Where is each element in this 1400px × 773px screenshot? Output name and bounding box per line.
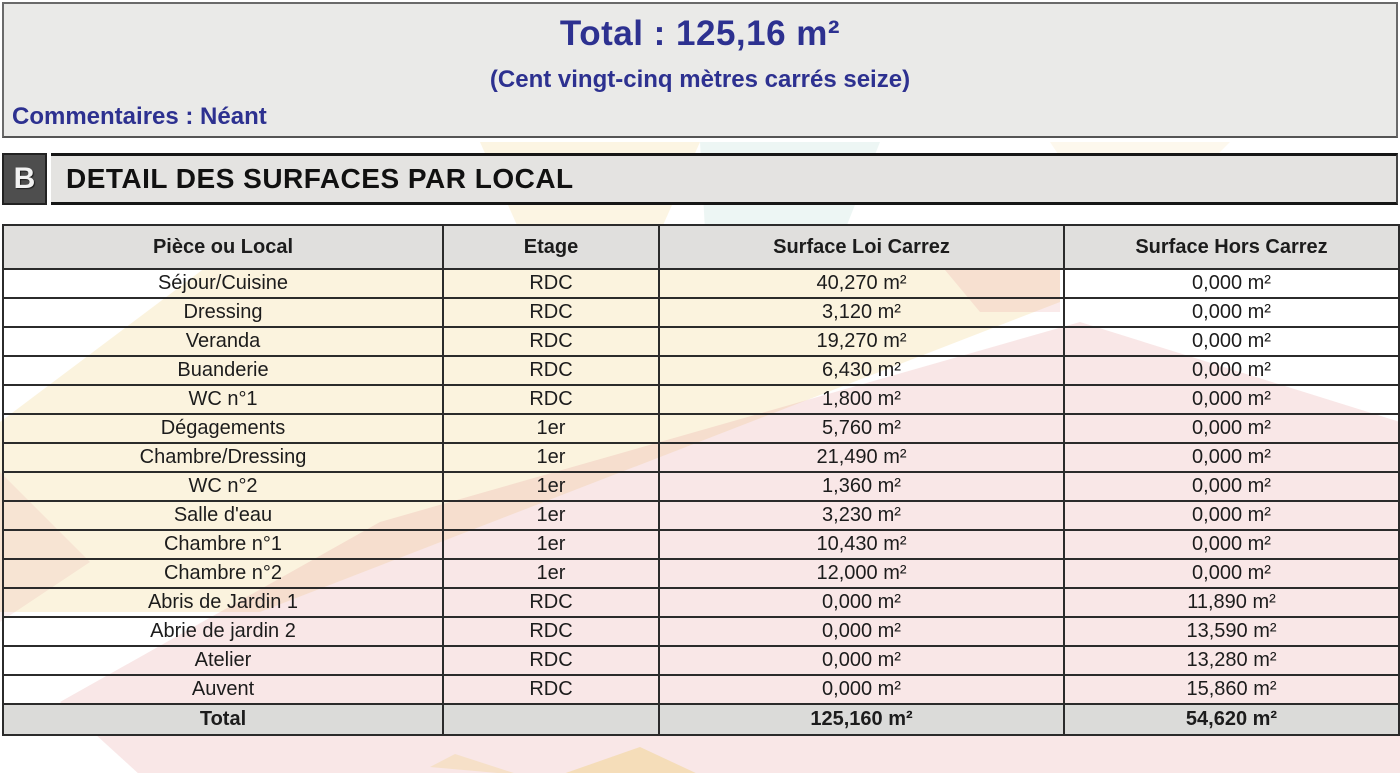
table-cell: 0,000 m² [1064, 559, 1399, 588]
table-cell: RDC [443, 588, 659, 617]
total-row-label: Total [3, 704, 443, 735]
table-cell: RDC [443, 617, 659, 646]
table-row: WC n°21er1,360 m²0,000 m² [3, 472, 1399, 501]
table-cell: Abrie de jardin 2 [3, 617, 443, 646]
table-cell: 15,860 m² [1064, 675, 1399, 704]
table-cell: 13,590 m² [1064, 617, 1399, 646]
table-cell: 12,000 m² [659, 559, 1064, 588]
table-cell: Chambre n°1 [3, 530, 443, 559]
table-cell: 0,000 m² [1064, 327, 1399, 356]
total-row-loi-carrez: 125,160 m² [659, 704, 1064, 735]
table-row: Séjour/CuisineRDC40,270 m²0,000 m² [3, 269, 1399, 298]
column-header-surface-loi-carrez: Surface Loi Carrez [659, 225, 1064, 269]
table-cell: 10,430 m² [659, 530, 1064, 559]
total-surface-title: Total : 125,16 m² [4, 14, 1396, 54]
total-row-hors-carrez: 54,620 m² [1064, 704, 1399, 735]
table-cell: 0,000 m² [659, 646, 1064, 675]
table-cell: Buanderie [3, 356, 443, 385]
table-cell: 3,230 m² [659, 501, 1064, 530]
table-cell: RDC [443, 327, 659, 356]
table-row: Chambre/Dressing1er21,490 m²0,000 m² [3, 443, 1399, 472]
table-cell: Séjour/Cuisine [3, 269, 443, 298]
table-row: Chambre n°21er12,000 m²0,000 m² [3, 559, 1399, 588]
table-cell: Chambre n°2 [3, 559, 443, 588]
table-cell: 0,000 m² [659, 675, 1064, 704]
table-cell: 1er [443, 530, 659, 559]
table-cell: 5,760 m² [659, 414, 1064, 443]
table-row: BuanderieRDC6,430 m²0,000 m² [3, 356, 1399, 385]
total-surface-in-words: (Cent vingt-cinq mètres carrés seize) [4, 66, 1396, 94]
table-cell: Auvent [3, 675, 443, 704]
section-letter-badge: B [2, 153, 47, 205]
table-cell: 0,000 m² [1064, 443, 1399, 472]
table-row: VerandaRDC19,270 m²0,000 m² [3, 327, 1399, 356]
table-cell: WC n°2 [3, 472, 443, 501]
table-cell: Dressing [3, 298, 443, 327]
total-row: Total 125,160 m² 54,620 m² [3, 704, 1399, 735]
table-cell: 19,270 m² [659, 327, 1064, 356]
table-cell: 0,000 m² [1064, 298, 1399, 327]
table-cell: RDC [443, 675, 659, 704]
table-cell: 0,000 m² [1064, 385, 1399, 414]
table-cell: 6,430 m² [659, 356, 1064, 385]
table-cell: Atelier [3, 646, 443, 675]
comments-line: Commentaires : Néant [4, 103, 1396, 131]
table-cell: 0,000 m² [1064, 414, 1399, 443]
table-cell: Abris de Jardin 1 [3, 588, 443, 617]
section-title: DETAIL DES SURFACES PAR LOCAL [51, 153, 1398, 205]
table-cell: Salle d'eau [3, 501, 443, 530]
table-cell: 21,490 m² [659, 443, 1064, 472]
column-header-piece-ou-local: Pièce ou Local [3, 225, 443, 269]
column-header-surface-hors-carrez: Surface Hors Carrez [1064, 225, 1399, 269]
table-cell: 1er [443, 501, 659, 530]
table-cell: 0,000 m² [1064, 269, 1399, 298]
section-header: B DETAIL DES SURFACES PAR LOCAL [2, 153, 1398, 205]
table-cell: 0,000 m² [1064, 356, 1399, 385]
table-row: Abris de Jardin 1RDC0,000 m²11,890 m² [3, 588, 1399, 617]
table-cell: WC n°1 [3, 385, 443, 414]
table-header-row: Pièce ou Local Etage Surface Loi Carrez … [3, 225, 1399, 269]
table-cell: 1er [443, 559, 659, 588]
table-cell: 1,360 m² [659, 472, 1064, 501]
table-row: Chambre n°11er10,430 m²0,000 m² [3, 530, 1399, 559]
table-cell: RDC [443, 269, 659, 298]
table-row: Abrie de jardin 2RDC0,000 m²13,590 m² [3, 617, 1399, 646]
table-cell: 0,000 m² [1064, 530, 1399, 559]
table-row: Salle d'eau1er3,230 m²0,000 m² [3, 501, 1399, 530]
table-cell: 1,800 m² [659, 385, 1064, 414]
table-cell: 11,890 m² [1064, 588, 1399, 617]
table-cell: 0,000 m² [1064, 501, 1399, 530]
table-cell: Veranda [3, 327, 443, 356]
table-cell: 0,000 m² [659, 617, 1064, 646]
table-cell: Chambre/Dressing [3, 443, 443, 472]
column-header-etage: Etage [443, 225, 659, 269]
table-row: DressingRDC3,120 m²0,000 m² [3, 298, 1399, 327]
table-row: AuventRDC0,000 m²15,860 m² [3, 675, 1399, 704]
table-cell: 40,270 m² [659, 269, 1064, 298]
table-cell: 0,000 m² [1064, 472, 1399, 501]
table-cell: 1er [443, 414, 659, 443]
table-cell: Dégagements [3, 414, 443, 443]
table-cell: RDC [443, 385, 659, 414]
table-cell: 1er [443, 443, 659, 472]
table-cell: RDC [443, 298, 659, 327]
table-cell: 1er [443, 472, 659, 501]
total-row-etage [443, 704, 659, 735]
summary-box: Total : 125,16 m² (Cent vingt-cinq mètre… [2, 2, 1398, 138]
table-cell: 13,280 m² [1064, 646, 1399, 675]
table-row: Dégagements1er5,760 m²0,000 m² [3, 414, 1399, 443]
table-cell: 3,120 m² [659, 298, 1064, 327]
table-cell: RDC [443, 356, 659, 385]
table-cell: 0,000 m² [659, 588, 1064, 617]
table-row: AtelierRDC0,000 m²13,280 m² [3, 646, 1399, 675]
table-cell: RDC [443, 646, 659, 675]
surfaces-table: Pièce ou Local Etage Surface Loi Carrez … [2, 224, 1400, 736]
table-row: WC n°1RDC1,800 m²0,000 m² [3, 385, 1399, 414]
